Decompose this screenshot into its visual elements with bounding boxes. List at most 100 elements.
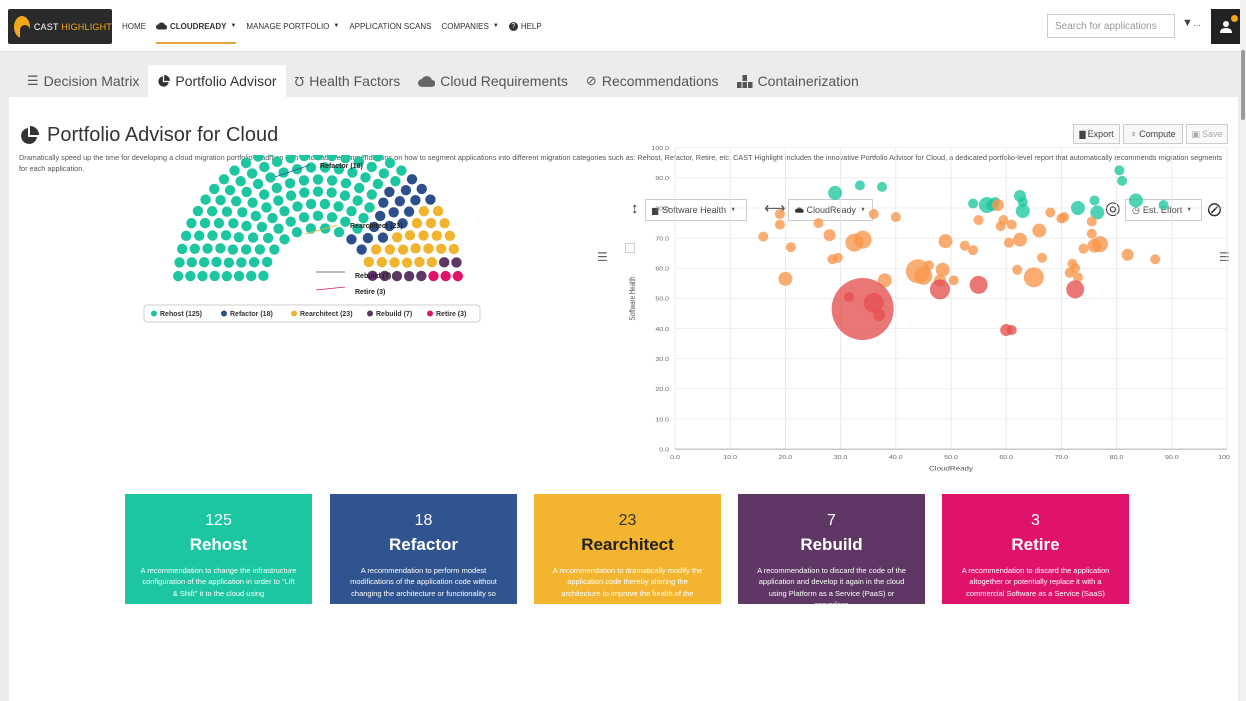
scrollbar-thumb[interactable] (1241, 50, 1245, 120)
parliament-seat-rehost[interactable] (265, 172, 276, 183)
parliament-seat-rehost[interactable] (233, 270, 245, 282)
parliament-seat-rehost[interactable] (247, 197, 258, 208)
parliament-seat-rehost[interactable] (224, 184, 236, 196)
cast-highlight-logo[interactable]: CAST HIGHLIGHT (8, 9, 112, 44)
parliament-seat-rehost[interactable] (240, 157, 252, 169)
parliament-seat-rehost[interactable] (227, 244, 239, 255)
parliament-seat-rehost[interactable] (256, 221, 268, 233)
parliament-seat-rearchitect[interactable] (439, 217, 450, 229)
parliament-seat-refactor[interactable] (378, 197, 389, 208)
parliament-seat-rebuild[interactable] (416, 270, 427, 282)
parliament-seat-rehost[interactable] (192, 205, 204, 217)
bubble-rehost[interactable] (854, 180, 865, 191)
parliament-seat-rehost[interactable] (250, 210, 262, 222)
bubble-rearchitect[interactable] (1086, 216, 1097, 227)
bubble-rebuild[interactable] (873, 308, 886, 321)
bubble-rearchitect[interactable] (968, 245, 979, 256)
bubble-rehost[interactable] (1015, 204, 1030, 219)
tab-decision-matrix[interactable]: ☰ Decision Matrix (18, 65, 148, 97)
bubble-rearchitect[interactable] (1150, 254, 1161, 265)
parliament-seat-rearchitect[interactable] (376, 257, 388, 268)
bubble-rearchitect[interactable] (785, 242, 796, 253)
parliament-seat-rearchitect[interactable] (401, 257, 413, 268)
parliament-seat-rehost[interactable] (378, 168, 390, 179)
parliament-seat-rehost[interactable] (298, 175, 310, 186)
search-input[interactable] (1047, 14, 1175, 38)
parliament-seat-rehost[interactable] (252, 155, 264, 162)
parliament-seat-rehost[interactable] (258, 189, 270, 200)
bubble-rearchitect[interactable] (1070, 263, 1081, 274)
parliament-seat-rearchitect[interactable] (397, 244, 409, 255)
tab-recommendations[interactable]: ⊘ Recommendations (577, 65, 728, 97)
bubble-rearchitect[interactable] (1023, 267, 1044, 288)
parliament-seat-refactor[interactable] (400, 184, 412, 196)
parliament-seat-rearchitect[interactable] (404, 230, 416, 241)
menu-item-help[interactable]: ? HELP (508, 0, 542, 52)
parliament-seat-rehost[interactable] (312, 210, 324, 222)
parliament-seat-rehost[interactable] (228, 218, 239, 229)
parliament-seat-rehost[interactable] (259, 161, 270, 173)
bubble-rearchitect[interactable] (935, 262, 950, 277)
bubble-rebuild[interactable] (969, 275, 988, 294)
parliament-seat-rehost[interactable] (279, 234, 290, 245)
parliament-seat-rehost[interactable] (258, 270, 269, 282)
parliament-seat-rearchitect[interactable] (414, 256, 425, 268)
parliament-seat-refactor[interactable] (377, 232, 389, 243)
parliament-seat-rehost[interactable] (247, 232, 259, 243)
parliament-seat-rehost[interactable] (326, 175, 338, 186)
parliament-seat-rehost[interactable] (396, 165, 407, 176)
parliament-seat-rehost[interactable] (339, 190, 351, 201)
parliament-seat-rehost[interactable] (218, 174, 230, 185)
parliament-seat-rehost[interactable] (298, 212, 310, 223)
parliament-seat-rehost[interactable] (215, 243, 226, 254)
bubble-rearchitect[interactable] (948, 275, 959, 286)
parliament-seat-rehost[interactable] (271, 156, 283, 168)
menu-item-application-scans[interactable]: APPLICATION SCANS (349, 0, 431, 52)
parliament-seat-rehost[interactable] (209, 183, 220, 195)
card-rehost[interactable]: 125 Rehost A recommendation to change th… (125, 494, 312, 604)
parliament-seat-rehost[interactable] (366, 189, 378, 200)
bubble-rearchitect[interactable] (1013, 232, 1027, 247)
parliament-seat-rearchitect[interactable] (389, 257, 400, 268)
card-refactor[interactable]: 18 Refactor A recommendation to perform … (330, 494, 517, 604)
bubble-rearchitect[interactable] (1086, 228, 1097, 239)
parliament-seat-rebuild[interactable] (391, 270, 403, 282)
bubble-rehost[interactable] (1117, 175, 1128, 186)
parliament-seat-rehost[interactable] (319, 198, 331, 210)
bubble-rehost[interactable] (1128, 193, 1143, 208)
parliament-seat-rehost[interactable] (372, 155, 384, 162)
bubble-rearchitect[interactable] (1045, 207, 1056, 218)
parliament-seat-rehost[interactable] (346, 205, 357, 217)
parliament-seat-rearchitect[interactable] (418, 206, 430, 217)
parliament-seat-rehost[interactable] (200, 194, 211, 205)
parliament-seat-rehost[interactable] (291, 226, 303, 238)
parliament-seat-rehost[interactable] (198, 256, 210, 268)
parliament-seat-rehost[interactable] (312, 174, 324, 185)
parliament-seat-rehost[interactable] (372, 178, 384, 190)
parliament-seat-rehost[interactable] (213, 217, 225, 229)
bubble-rearchitect[interactable] (1006, 219, 1017, 230)
bubble-rearchitect[interactable] (1032, 223, 1047, 238)
parliament-seat-rehost[interactable] (292, 201, 303, 212)
parliament-seat-retire[interactable] (440, 270, 451, 282)
parliament-seat-rehost[interactable] (180, 230, 192, 242)
parliament-seat-refactor[interactable] (374, 210, 386, 222)
parliament-seat-rehost[interactable] (189, 243, 201, 254)
tab-health-factors[interactable]: Ʊ Health Factors (286, 65, 410, 97)
bubble-rearchitect[interactable] (1059, 212, 1070, 223)
parliament-seat-refactor[interactable] (416, 183, 427, 195)
bubble-rehost[interactable] (877, 181, 887, 192)
parliament-seat-rearchitect[interactable] (370, 244, 382, 255)
parliament-seat-rehost[interactable] (172, 270, 184, 282)
parliament-seat-rehost[interactable] (241, 220, 252, 232)
menu-item-home[interactable]: HOME (122, 0, 146, 52)
parliament-seat-refactor[interactable] (346, 234, 357, 245)
parliament-seat-rehost[interactable] (305, 162, 317, 173)
parliament-seat-rearchitect[interactable] (391, 232, 403, 243)
parliament-seat-rebuild[interactable] (451, 257, 462, 268)
tab-portfolio-advisor[interactable]: Portfolio Advisor (148, 65, 286, 97)
parliament-seat-rehost[interactable] (220, 230, 232, 241)
bubble-rearchitect[interactable] (923, 260, 934, 271)
parliament-seat-refactor[interactable] (384, 186, 395, 198)
bubble-rebuild[interactable] (1066, 280, 1085, 299)
